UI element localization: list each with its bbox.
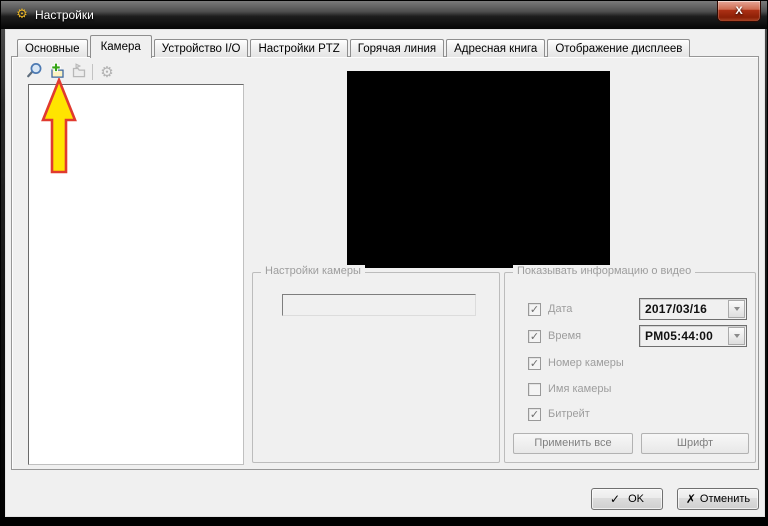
bitrate-checkbox[interactable]: ✓ <box>528 408 541 421</box>
camera-tab-page: ⚙ Настройки камеры Показывать информацию… <box>11 56 759 470</box>
close-button[interactable]: X <box>717 1 761 22</box>
apply-all-button[interactable]: Применить все <box>513 433 633 454</box>
tab-goryachaya-liniya[interactable]: Горячая линия <box>350 39 444 57</box>
tab-otobrazhenie-displeev[interactable]: Отображение дисплеев <box>547 39 690 57</box>
camera-number-checkbox-label: Номер камеры <box>548 357 624 369</box>
video-info-group-title: Показывать информацию о видео <box>513 265 695 277</box>
annotation-up-arrow <box>40 78 78 175</box>
camera-number-checkbox-row: ✓ Номер камеры <box>528 356 624 370</box>
ok-button[interactable]: ✓ OK <box>591 488 663 510</box>
camera-name-input[interactable] <box>282 294 476 316</box>
window-title: Настройки <box>35 8 94 22</box>
date-checkbox[interactable]: ✓ <box>528 303 541 316</box>
date-checkbox-label: Дата <box>548 303 572 315</box>
camera-name-checkbox[interactable] <box>528 383 541 396</box>
cancel-button-label: Отменить <box>700 493 750 505</box>
video-preview <box>347 71 610 268</box>
tab-nastroyki-ptz[interactable]: Настройки PTZ <box>250 39 347 57</box>
time-checkbox-label: Время <box>548 330 581 342</box>
date-checkbox-row: ✓ Дата <box>528 302 572 316</box>
time-checkbox[interactable]: ✓ <box>528 330 541 343</box>
date-dropdown-arrow-icon[interactable] <box>728 300 745 318</box>
font-button[interactable]: Шрифт <box>641 433 749 454</box>
ok-button-label: OK <box>628 493 644 505</box>
check-icon: ✓ <box>610 492 620 506</box>
time-checkbox-row: ✓ Время <box>528 329 581 343</box>
camera-number-checkbox[interactable]: ✓ <box>528 357 541 370</box>
tab-adresnaya-kniga[interactable]: Адресная книга <box>446 39 545 57</box>
date-value: 2017/03/16 <box>640 302 728 316</box>
tab-ustroystvo-io[interactable]: Устройство I/O <box>154 39 249 57</box>
camera-settings-group-title: Настройки камеры <box>261 265 365 277</box>
gear-icon: ⚙ <box>100 64 113 80</box>
title-bar[interactable]: ⚙ Настройки X <box>1 1 768 29</box>
date-combobox[interactable]: 2017/03/16 <box>639 298 747 320</box>
camera-settings-group: Настройки камеры <box>252 272 500 463</box>
tab-osnovnye[interactable]: Основные <box>17 39 88 57</box>
tab-kamera[interactable]: Камера <box>90 35 152 58</box>
camera-name-checkbox-label: Имя камеры <box>548 383 611 395</box>
camera-settings-button[interactable]: ⚙ <box>97 62 117 82</box>
time-dropdown-arrow-icon[interactable] <box>728 327 745 345</box>
time-value: PM05:44:00 <box>640 329 728 343</box>
settings-dialog: ⚙ Настройки X Основные Камера Устройство… <box>0 0 768 526</box>
tab-strip: Основные Камера Устройство I/O Настройки… <box>17 34 692 57</box>
x-icon: ✗ <box>686 492 696 506</box>
video-info-group: Показывать информацию о видео ✓ Дата ✓ В… <box>504 272 756 463</box>
camera-name-checkbox-row: Имя камеры <box>528 382 611 396</box>
toolbar-separator <box>92 64 93 80</box>
app-gear-icon: ⚙ <box>14 7 30 23</box>
bitrate-checkbox-label: Битрейт <box>548 408 590 420</box>
bitrate-checkbox-row: ✓ Битрейт <box>528 407 590 421</box>
time-combobox[interactable]: PM05:44:00 <box>639 325 747 347</box>
cancel-button[interactable]: ✗ Отменить <box>677 488 759 510</box>
annotation-arrow-shape <box>43 80 75 172</box>
